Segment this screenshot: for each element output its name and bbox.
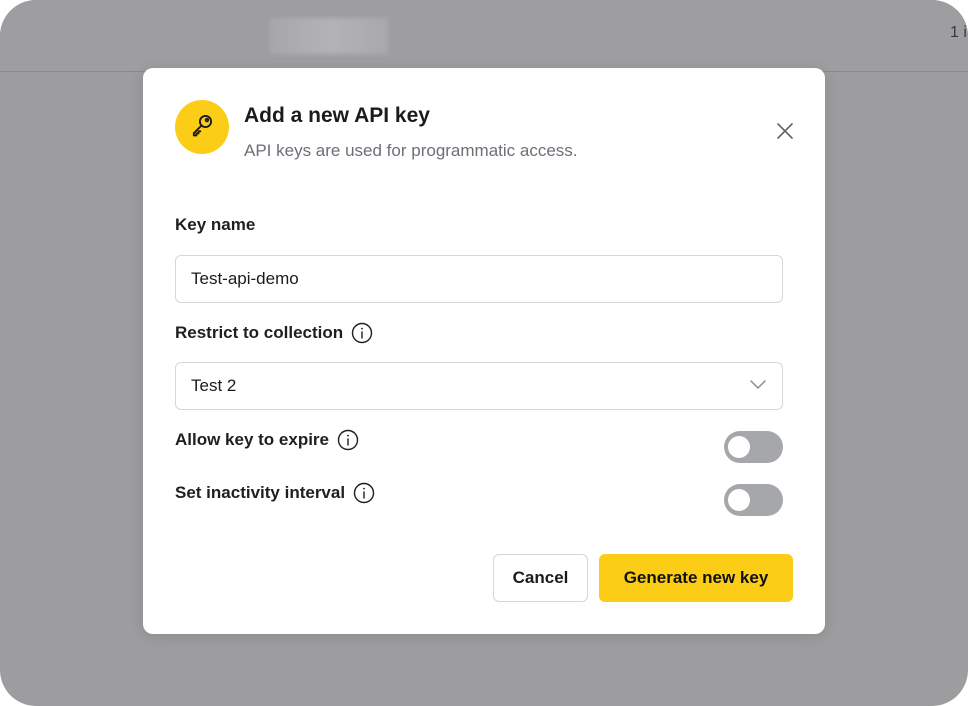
expire-label-text: Allow key to expire (175, 430, 329, 449)
close-button[interactable] (771, 119, 799, 147)
expire-toggle[interactable] (724, 431, 783, 463)
inactivity-toggle[interactable] (724, 484, 783, 516)
key-name-label: Key name (175, 215, 255, 235)
expire-label: Allow key to expire (175, 429, 359, 451)
inactivity-label: Set inactivity interval (175, 482, 375, 504)
close-icon (776, 122, 794, 145)
add-api-key-dialog: Add a new API key API keys are used for … (143, 68, 825, 634)
cancel-button[interactable]: Cancel (493, 554, 588, 602)
dialog-title: Add a new API key (244, 104, 430, 127)
key-name-input[interactable] (175, 255, 783, 303)
toggle-knob (728, 436, 750, 458)
info-icon[interactable] (337, 429, 359, 451)
collection-label: Restrict to collection (175, 322, 373, 344)
key-name-label-text: Key name (175, 215, 256, 234)
key-icon (188, 111, 216, 144)
collection-select[interactable]: Test 2 (175, 362, 783, 410)
background-corner-text: 1 i (950, 24, 967, 41)
background-blurred-tab (270, 18, 388, 54)
toggle-knob (728, 489, 750, 511)
info-icon[interactable] (351, 322, 373, 344)
chevron-down-icon (749, 377, 767, 395)
background-topbar: 1 i (0, 0, 968, 72)
dialog-subtitle: API keys are used for programmatic acces… (244, 141, 578, 160)
collection-selected-value: Test 2 (191, 376, 237, 395)
info-icon[interactable] (353, 482, 375, 504)
app-window: 1 i Add a new API key API keys are used … (0, 0, 968, 706)
key-icon-badge (175, 100, 229, 154)
inactivity-label-text: Set inactivity interval (175, 483, 346, 502)
collection-label-text: Restrict to collection (175, 323, 344, 342)
generate-key-button[interactable]: Generate new key (599, 554, 793, 602)
